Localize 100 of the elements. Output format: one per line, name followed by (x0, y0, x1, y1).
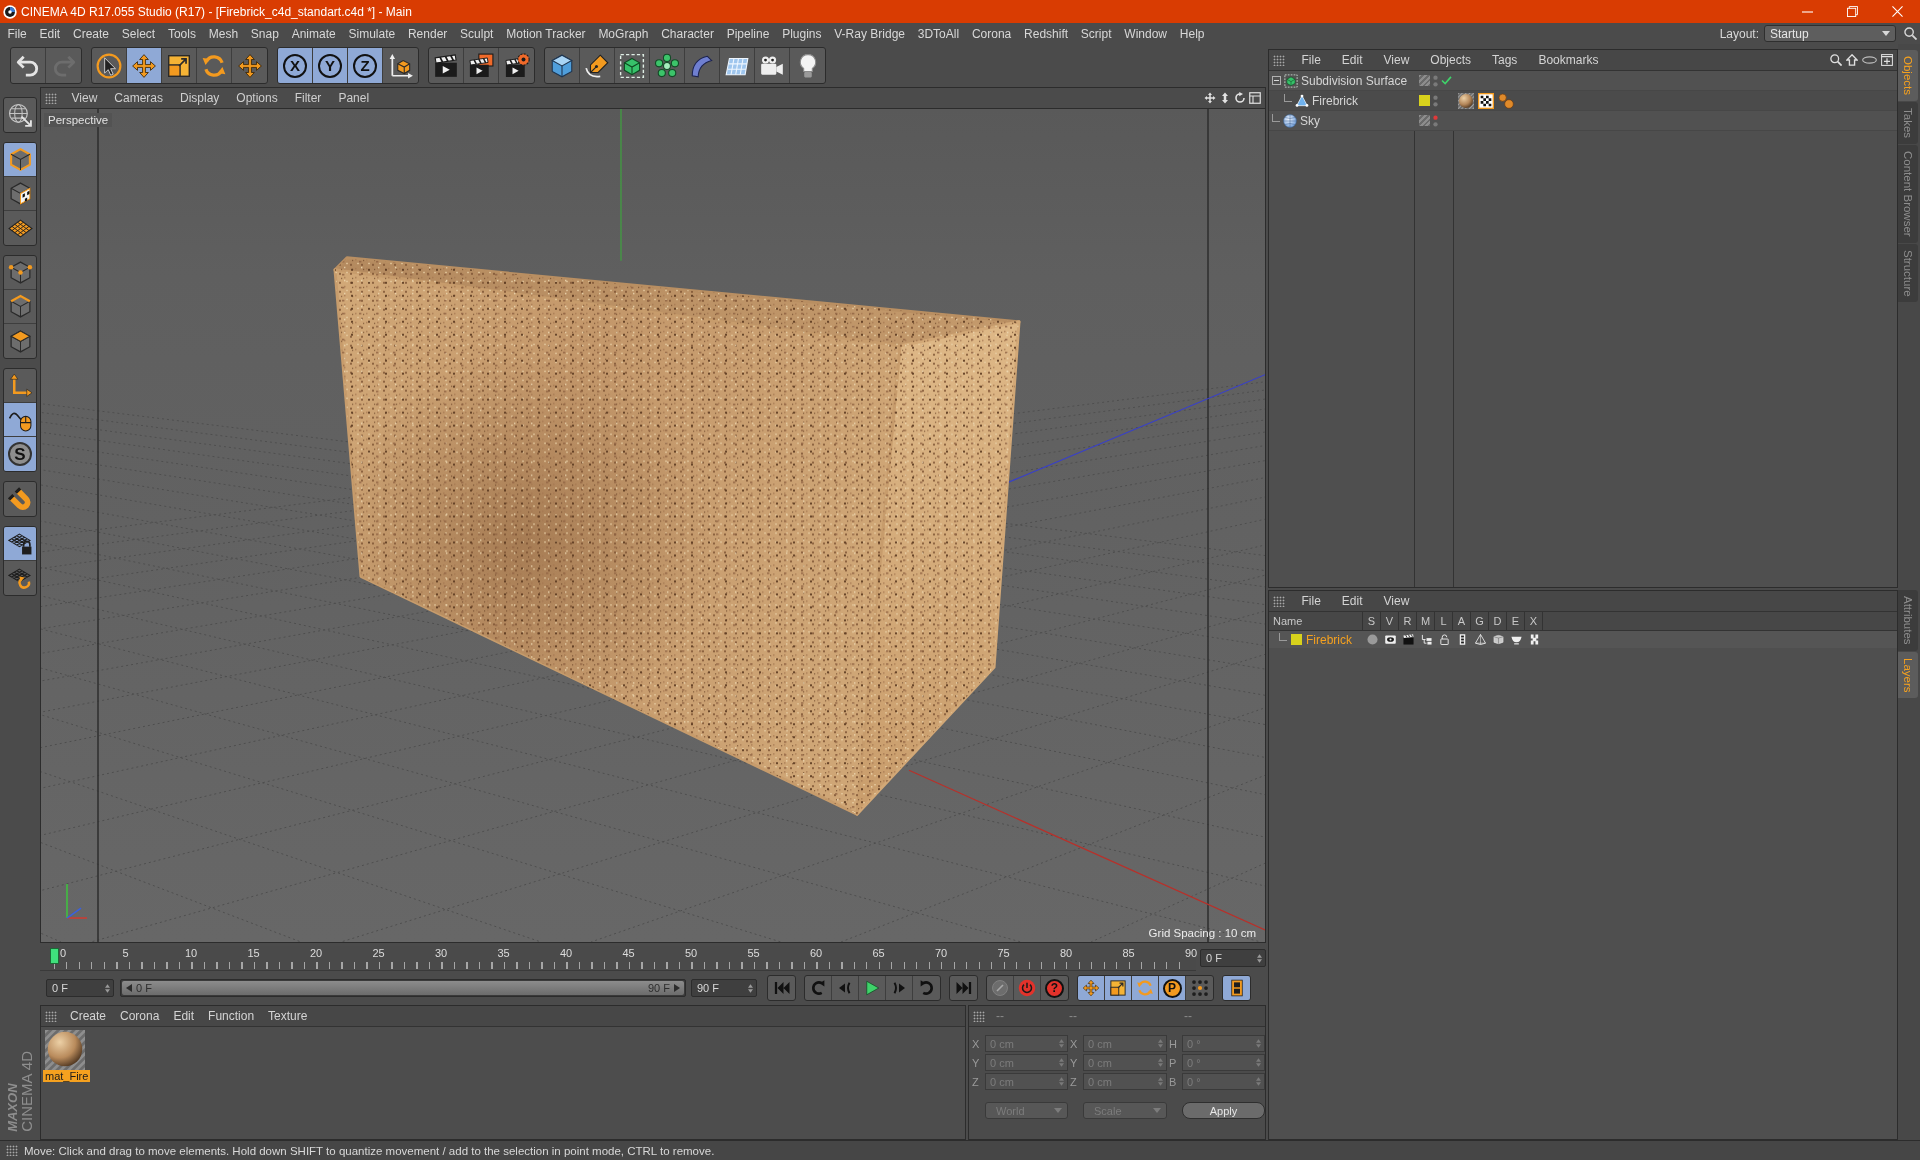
position-key-button[interactable] (1078, 976, 1105, 1000)
panel-grip-icon[interactable] (973, 1010, 985, 1022)
menu-item[interactable]: Objects (1419, 53, 1482, 67)
side-tab[interactable]: Content Browser (1898, 145, 1918, 243)
spinner-arrows-icon[interactable] (1257, 953, 1262, 963)
menu-item[interactable]: File (1, 26, 34, 41)
stacked-dots-icon[interactable] (1433, 114, 1438, 127)
model-mode-button[interactable] (4, 143, 36, 177)
object-row[interactable]: Firebrick (1269, 91, 1897, 111)
left-triangle-icon[interactable] (126, 984, 132, 992)
column-header[interactable]: L (1435, 612, 1453, 630)
minus-box-icon[interactable] (1272, 76, 1281, 85)
timeline-ruler[interactable]: 0 5 10 15 20 25 30 35 40 45 50 55 60 65 70 75 80 85 90 (40, 945, 1196, 971)
house-icon[interactable] (1846, 54, 1858, 66)
menu-item[interactable]: Mesh (202, 26, 245, 41)
solo-button[interactable]: S (4, 437, 36, 471)
column-header[interactable]: E (1507, 612, 1525, 630)
panel-grip-icon[interactable] (45, 92, 57, 104)
menu-item[interactable]: Character (654, 26, 721, 41)
panel-grip-icon[interactable] (6, 1145, 18, 1156)
shaded-sphere-icon[interactable] (1458, 92, 1474, 109)
padlock-icon[interactable] (1438, 634, 1450, 645)
spinner-arrows-icon[interactable] (748, 983, 753, 993)
column-header[interactable]: Name (1269, 612, 1363, 630)
stacked-dots-icon[interactable] (1433, 74, 1438, 87)
checkerboard-icon[interactable] (1478, 92, 1494, 109)
window-layout-icon[interactable] (1249, 92, 1261, 104)
column-header[interactable]: D (1489, 612, 1507, 630)
playhead-marker[interactable] (50, 947, 59, 964)
spinner-arrows-icon[interactable] (105, 983, 110, 993)
menu-item[interactable]: Edit (33, 26, 67, 41)
menu-item[interactable]: View (1373, 594, 1420, 608)
menu-item[interactable]: 3DToAll (911, 26, 966, 41)
menu-item[interactable]: Redshift (1017, 26, 1075, 41)
side-tab[interactable]: Takes (1898, 102, 1918, 145)
menu-item[interactable]: Render (401, 26, 454, 41)
panel-grip-icon[interactable] (45, 1010, 57, 1022)
layer-row[interactable]: Firebrick (1269, 631, 1897, 648)
right-triangle-icon[interactable] (674, 984, 680, 992)
menu-item[interactable]: Plugins (775, 26, 828, 41)
menu-item[interactable]: File (1291, 53, 1332, 67)
axis-lock-button[interactable]: X (278, 48, 313, 83)
column-header[interactable]: M (1417, 612, 1435, 630)
circle-dot-icon[interactable] (1366, 634, 1378, 645)
current-frame-field[interactable]: 0 F (1200, 949, 1266, 967)
column-header[interactable]: R (1399, 612, 1417, 630)
menu-item[interactable]: Snap (244, 26, 286, 41)
panel-grip-icon[interactable] (1273, 54, 1285, 66)
menu-item[interactable]: Corona (965, 26, 1018, 41)
menu-item[interactable]: Edit (166, 1009, 202, 1023)
rounded-box-icon[interactable] (1492, 634, 1504, 645)
side-tab[interactable]: Attributes (1898, 590, 1918, 651)
column-header[interactable]: G (1471, 612, 1489, 630)
menu-item[interactable]: Edit (1331, 594, 1374, 608)
clapperboard-icon[interactable] (1402, 634, 1414, 645)
end-frame-field[interactable]: 90 F (691, 979, 757, 997)
menu-item[interactable]: Simulate (342, 26, 402, 41)
search-icon[interactable] (1904, 27, 1917, 40)
object-row[interactable]: Sky (1269, 111, 1897, 131)
menu-item[interactable]: Tags (1481, 53, 1528, 67)
column-header[interactable]: X (1525, 612, 1543, 630)
pyramid-icon[interactable] (1474, 634, 1486, 645)
menu-item[interactable]: View (1373, 53, 1420, 67)
menu-item[interactable]: Select (115, 26, 162, 41)
side-tab[interactable]: Objects (1898, 50, 1918, 101)
axis-lock-button[interactable]: Y (313, 48, 348, 83)
menu-item[interactable]: Panel (329, 91, 378, 105)
layer-swatch-icon[interactable] (1291, 634, 1302, 645)
menu-item[interactable]: Animate (285, 26, 343, 41)
hierarchy-icon[interactable] (1420, 634, 1432, 645)
menu-item[interactable]: Options (227, 91, 287, 105)
eye-icon[interactable] (1384, 634, 1396, 645)
search-icon[interactable] (1830, 54, 1842, 66)
menu-item[interactable]: V-Ray Bridge (827, 26, 912, 41)
block-x-icon[interactable] (1528, 634, 1540, 645)
move-tool-button[interactable] (127, 48, 162, 83)
timeline-button[interactable] (1223, 976, 1250, 1000)
axis-lock-button[interactable]: Z (348, 48, 383, 83)
vertical-arrows-icon[interactable] (1219, 92, 1231, 104)
column-header[interactable]: V (1381, 612, 1399, 630)
menu-item[interactable]: Window (1117, 26, 1174, 41)
material-name[interactable]: mat_Fire (43, 1070, 91, 1082)
parameter-key-button[interactable]: P (1159, 976, 1186, 1000)
column-header[interactable]: A (1453, 612, 1471, 630)
stacked-dots-icon[interactable] (1433, 94, 1438, 107)
menu-item[interactable]: Function (201, 1009, 262, 1023)
start-frame-field[interactable]: 0 F (46, 979, 114, 997)
panel-grip-icon[interactable] (1273, 595, 1285, 607)
circular-arrow-icon[interactable] (1234, 92, 1246, 104)
pan-arrows-icon[interactable] (1204, 92, 1216, 104)
checkmark-icon[interactable] (1441, 76, 1452, 85)
side-tab[interactable]: Layers (1898, 651, 1918, 699)
column-header[interactable]: S (1363, 612, 1381, 630)
layer-swatch-icon[interactable] (1419, 95, 1430, 106)
lock-workplane-button[interactable] (4, 527, 36, 561)
menu-item[interactable]: Create (66, 26, 116, 41)
menu-item[interactable]: Filter (286, 91, 330, 105)
frame-range-bar[interactable]: 0 F 90 F (122, 981, 684, 995)
menu-item[interactable]: Sculpt (453, 26, 500, 41)
menu-item[interactable]: Corona (113, 1009, 167, 1023)
